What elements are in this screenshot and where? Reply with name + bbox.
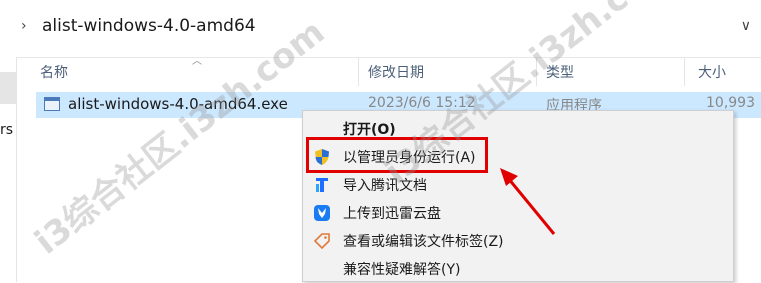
menu-item-label: 兼容性疑难解答(Y): [343, 262, 461, 278]
menu-item-label: 查看或编辑该文件标签(Z): [343, 234, 504, 250]
navigation-pane: rs: [0, 0, 17, 282]
sort-ascending-icon: ︿: [192, 56, 202, 67]
address-bar[interactable]: › alist-windows-4.0-amd64 ∨: [16, 0, 761, 58]
menu-item-label: 打开(O): [343, 122, 396, 138]
tencent-docs-icon: [316, 178, 328, 192]
menu-item-label: 上传到迅雷云盘: [343, 206, 441, 222]
xunlei-cloud-icon: [314, 205, 330, 221]
column-modified[interactable]: 修改日期: [368, 62, 424, 82]
nav-selected-item[interactable]: [0, 72, 16, 104]
column-size[interactable]: 大小: [698, 62, 726, 82]
column-separator[interactable]: [684, 58, 685, 86]
menu-item-compat-troubleshoot[interactable]: 兼容性疑难解答(Y): [303, 255, 733, 283]
exe-file-icon: [44, 97, 60, 111]
column-header: ︿ 名称 修改日期 类型 大小: [16, 56, 761, 86]
file-size: 10,993: [706, 95, 755, 111]
address-dropdown-icon[interactable]: ∨: [741, 18, 751, 34]
breadcrumb-chevron-icon[interactable]: ›: [21, 18, 27, 34]
column-name[interactable]: 名称: [40, 62, 68, 82]
column-separator[interactable]: [358, 58, 359, 86]
tag-icon: [313, 233, 330, 250]
nav-partial-text: rs: [0, 122, 14, 138]
annotation-arrow-icon: [500, 168, 556, 235]
address-path[interactable]: alist-windows-4.0-amd64: [42, 16, 256, 36]
